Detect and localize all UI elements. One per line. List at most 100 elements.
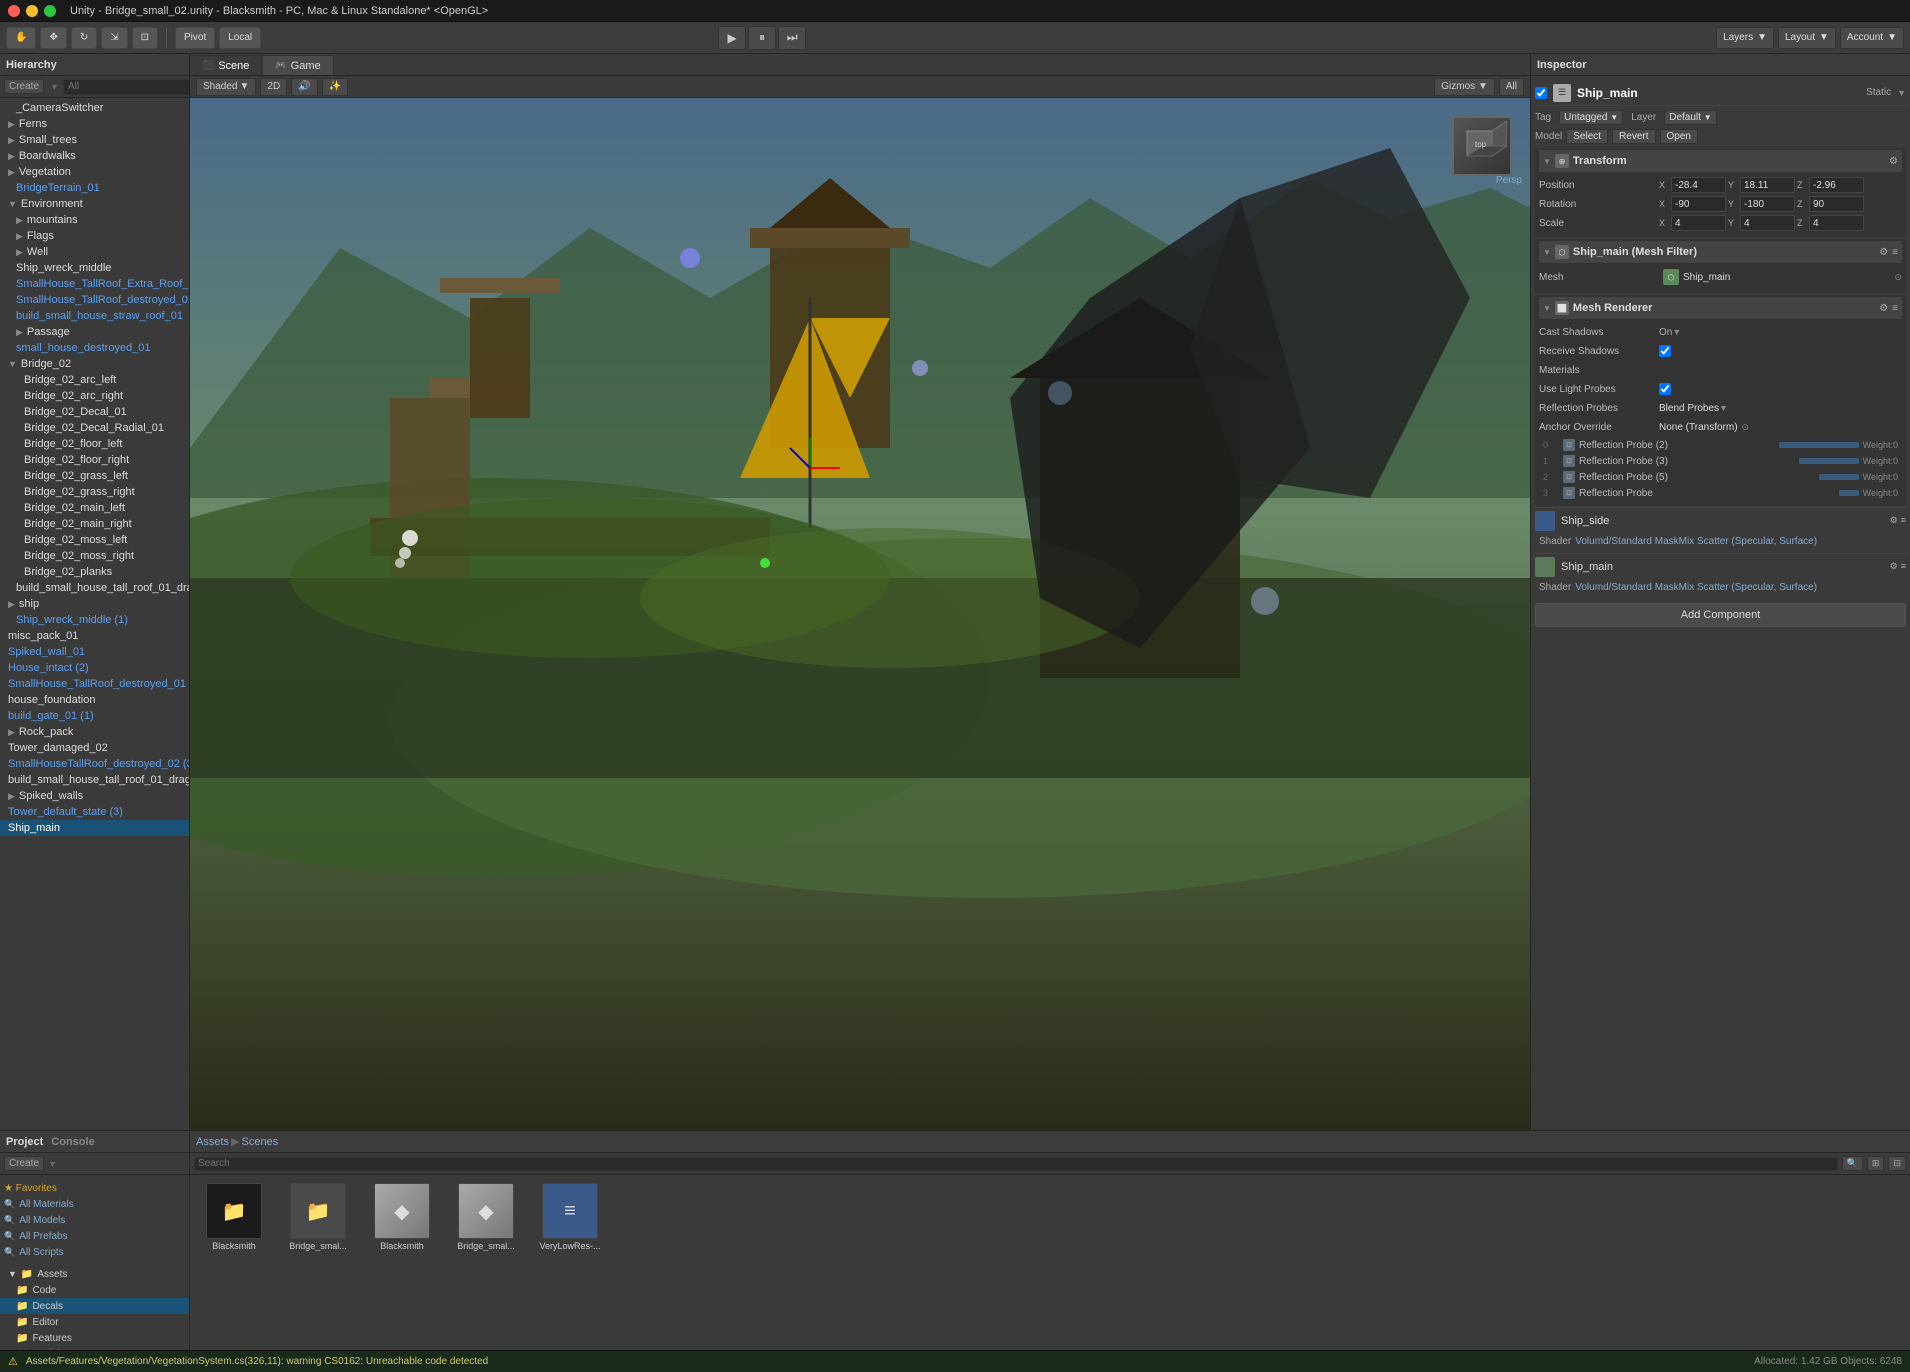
hierarchy-tab[interactable]: Hierarchy — [6, 59, 57, 71]
hier-item-build_small_house2[interactable]: build_small_house_tall_roof_01_dragon... — [0, 772, 189, 788]
hier-item-bridge_02_floor_right[interactable]: Bridge_02_floor_right — [0, 452, 189, 468]
add-component-btn[interactable]: Add Component — [1535, 603, 1906, 627]
file-item-bridge_smal---[interactable]: ◆ Bridge_smal... — [450, 1183, 522, 1251]
assets-root[interactable]: ▼ 📁 Assets — [0, 1266, 189, 1282]
hier-item-house_intact_2[interactable]: House_intact (2) — [0, 660, 189, 676]
hier-item-spiked_wall_01[interactable]: Spiked_wall_01 — [0, 644, 189, 660]
game-tab[interactable]: 🎮 Game — [262, 55, 333, 75]
rect-tool[interactable]: ⊡ — [132, 27, 158, 49]
rotate-tool[interactable]: ↻ — [71, 27, 97, 49]
hier-item-bridge_02_grass_right[interactable]: Bridge_02_grass_right — [0, 484, 189, 500]
mesh-filter-settings-btn[interactable]: ⚙ — [1879, 247, 1888, 258]
hier-item-smallhouse_tallroof[interactable]: SmallHouse_TallRoof_Extra_Roof_dama... — [0, 276, 189, 292]
project-create-btn[interactable]: Create — [4, 1156, 44, 1171]
scene-viewport[interactable]: top Persp — [190, 98, 1530, 1130]
hier-item-bridge_02_moss_left[interactable]: Bridge_02_moss_left — [0, 532, 189, 548]
scene-tab[interactable]: ⬛ Scene — [190, 55, 262, 75]
rot-x-input[interactable] — [1671, 196, 1726, 212]
asset-folder-code[interactable]: 📁Code — [0, 1282, 189, 1298]
scale-tool[interactable]: ⇲ — [101, 27, 127, 49]
mat-menu-btn-ship_main[interactable]: ≡ — [1901, 561, 1906, 572]
play-button[interactable]: ▶ — [718, 26, 746, 50]
scale-z-input[interactable] — [1809, 215, 1864, 231]
hier-item-flags[interactable]: ▶Flags — [0, 228, 189, 244]
use-light-probes-checkbox[interactable] — [1659, 383, 1671, 395]
hier-item-build_small_house_dragon[interactable]: build_small_house_tall_roof_01_dragon... — [0, 580, 189, 596]
hier-item-tower_damaged_02[interactable]: Tower_damaged_02 — [0, 740, 189, 756]
hier-item-house_foundation[interactable]: house_foundation — [0, 692, 189, 708]
file-item-bridge_smal---[interactable]: 📁 Bridge_smal... — [282, 1183, 354, 1251]
asset-folder-features[interactable]: 📁Features — [0, 1330, 189, 1346]
hier-item-cameraswitcher[interactable]: _CameraSwitcher — [0, 100, 189, 116]
rot-z-input[interactable] — [1809, 196, 1864, 212]
account-dropdown[interactable]: Account ▼ — [1840, 27, 1904, 49]
pause-button[interactable]: ⏸ — [748, 26, 776, 50]
fav-item-all-prefabs[interactable]: 🔍All Prefabs — [4, 1228, 185, 1244]
mesh-filter-header[interactable]: ⬡ Ship_main (Mesh Filter) ⚙ ≡ — [1539, 241, 1902, 263]
mat-settings-btn-ship_side[interactable]: ⚙ — [1890, 515, 1898, 526]
mat-settings-btn-ship_main[interactable]: ⚙ — [1890, 561, 1898, 572]
move-tool[interactable]: ✥ — [40, 27, 66, 49]
pivot-button[interactable]: Pivot — [175, 27, 215, 49]
hier-item-bridge_02_arc_right[interactable]: Bridge_02_arc_right — [0, 388, 189, 404]
shading-dropdown[interactable]: Shaded ▼ — [196, 78, 256, 96]
scale-y-input[interactable] — [1740, 215, 1795, 231]
hier-item-small_house_destroyed[interactable]: small_house_destroyed_01 — [0, 340, 189, 356]
pos-z-input[interactable] — [1809, 177, 1864, 193]
hier-item-misc_pack_01[interactable]: misc_pack_01 — [0, 628, 189, 644]
all-layers-btn[interactable]: All — [1499, 78, 1524, 96]
project-tab[interactable]: Project — [6, 1136, 43, 1148]
transform-header[interactable]: ⊕ Transform ⚙ — [1539, 150, 1902, 172]
hierarchy-create-btn[interactable]: Create — [4, 79, 44, 94]
fav-item-all-scripts[interactable]: 🔍All Scripts — [4, 1244, 185, 1260]
hier-item-bridge_02_main_left[interactable]: Bridge_02_main_left — [0, 500, 189, 516]
breadcrumb-scenes[interactable]: Scenes — [241, 1136, 278, 1148]
close-btn[interactable] — [8, 5, 20, 17]
file-item-blacksmith[interactable]: ◆ Blacksmith — [366, 1183, 438, 1251]
revert-btn[interactable]: Revert — [1612, 129, 1655, 144]
project-layout-btn[interactable]: ⊞ — [1867, 1156, 1885, 1171]
receive-shadows-checkbox[interactable] — [1659, 345, 1671, 357]
hier-item-ship_wreck_middle_1[interactable]: Ship_wreck_middle (1) — [0, 612, 189, 628]
hier-item-bridge_02_arc_left[interactable]: Bridge_02_arc_left — [0, 372, 189, 388]
asset-folder-models[interactable]: 📁Models — [0, 1346, 189, 1350]
asset-folder-decals[interactable]: 📁Decals — [0, 1298, 189, 1314]
hier-item-tower_default_state[interactable]: Tower_default_state (3) — [0, 804, 189, 820]
hier-item-ship_wreck_middle[interactable]: Ship_wreck_middle — [0, 260, 189, 276]
local-button[interactable]: Local — [219, 27, 261, 49]
hier-item-ferns[interactable]: ▶Ferns — [0, 116, 189, 132]
hier-item-boardwalks[interactable]: ▶Boardwalks — [0, 148, 189, 164]
layer-dropdown[interactable]: Default ▼ — [1664, 110, 1716, 125]
hierarchy-search[interactable] — [63, 79, 190, 95]
hier-item-spiked_walls[interactable]: ▶Spiked_walls — [0, 788, 189, 804]
anchor-select-btn[interactable]: ⊙ — [1742, 422, 1750, 433]
hier-item-build_gate_01[interactable]: build_gate_01 (1) — [0, 708, 189, 724]
hier-item-bridge_02_moss_right[interactable]: Bridge_02_moss_right — [0, 548, 189, 564]
hand-tool[interactable]: ✋ — [6, 27, 36, 49]
select-btn[interactable]: Select — [1566, 129, 1608, 144]
project-search-input[interactable] — [194, 1157, 1838, 1171]
step-button[interactable]: ⏭ — [778, 26, 806, 50]
hier-item-bridge_02_decal_radial[interactable]: Bridge_02_Decal_Radial_01 — [0, 420, 189, 436]
transform-settings-btn[interactable]: ⚙ — [1889, 156, 1898, 167]
mesh-renderer-settings-btn[interactable]: ⚙ — [1879, 303, 1888, 314]
mesh-filter-menu-btn[interactable]: ≡ — [1892, 247, 1898, 258]
hier-item-bridge_02[interactable]: ▼Bridge_02 — [0, 356, 189, 372]
hier-item-bridge_02_main_right[interactable]: Bridge_02_main_right — [0, 516, 189, 532]
file-item-verylowres----[interactable]: ≡ VeryLowRes-... — [534, 1183, 606, 1251]
hier-item-bridge_02_grass_left[interactable]: Bridge_02_grass_left — [0, 468, 189, 484]
mat-menu-btn-ship_side[interactable]: ≡ — [1901, 515, 1906, 526]
hier-item-rock_pack[interactable]: ▶Rock_pack — [0, 724, 189, 740]
hier-item-bridge_02_planks[interactable]: Bridge_02_planks — [0, 564, 189, 580]
pos-x-input[interactable] — [1671, 177, 1726, 193]
inspector-tab[interactable]: Inspector — [1537, 59, 1587, 71]
rot-y-input[interactable] — [1740, 196, 1795, 212]
hier-item-small_trees[interactable]: ▶Small_trees — [0, 132, 189, 148]
hier-item-smallhouse_tallroof4[interactable]: SmallHouseTallRoof_destroyed_02 (3) — [0, 756, 189, 772]
hier-item-bridgeterrain[interactable]: BridgeTerrain_01 — [0, 180, 189, 196]
file-item-blacksmith[interactable]: 📁 Blacksmith — [198, 1183, 270, 1251]
asset-folder-editor[interactable]: 📁Editor — [0, 1314, 189, 1330]
maximize-btn[interactable] — [44, 5, 56, 17]
hier-item-build_small_house[interactable]: build_small_house_straw_roof_01 — [0, 308, 189, 324]
hier-item-vegetation[interactable]: ▶Vegetation — [0, 164, 189, 180]
